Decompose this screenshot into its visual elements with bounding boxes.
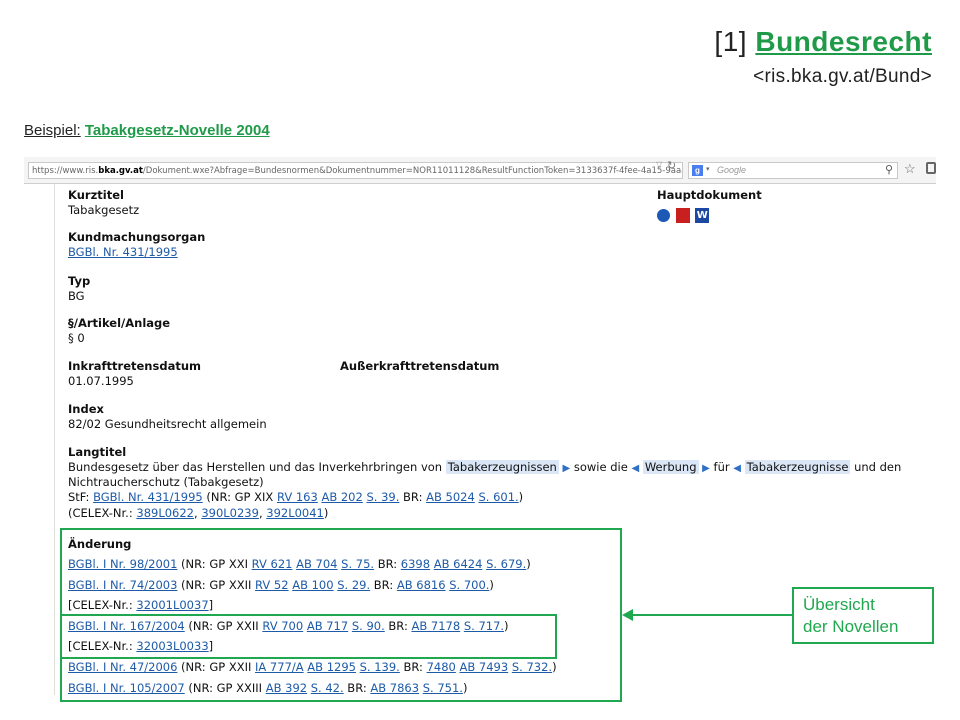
stf-text: (NR: GP XIX bbox=[202, 490, 277, 504]
langtitel-text: und den bbox=[850, 460, 902, 474]
langtitel-text: sowie die bbox=[570, 460, 632, 474]
stf-ab-link[interactable]: AB 202 bbox=[321, 490, 362, 504]
stf-prefix: StF: bbox=[68, 490, 94, 504]
url-prefix: https://www.ris. bbox=[32, 166, 99, 176]
address-bar[interactable]: https://www.ris.bka.gv.at/Dokument.wxe?A… bbox=[28, 162, 683, 179]
search-engine-dropdown-icon[interactable]: ▾ bbox=[706, 165, 710, 173]
callout-note: Übersicht der Novellen bbox=[792, 587, 934, 644]
title-prefix: [1] bbox=[714, 26, 748, 57]
example-line: Beispiel: Tabakgesetz-Novelle 2004 bbox=[24, 122, 270, 139]
example-link[interactable]: Tabakgesetz-Novelle 2004 bbox=[85, 122, 270, 139]
kundmachungsorgan-link[interactable]: BGBl. Nr. 431/1995 bbox=[68, 245, 178, 260]
celex-link[interactable]: 392L0041 bbox=[266, 506, 324, 520]
celex-link[interactable]: 390L0239 bbox=[201, 506, 259, 520]
stf-br-s-link[interactable]: S. 601. bbox=[478, 490, 518, 504]
artikel-label: §/Artikel/Anlage bbox=[68, 316, 171, 330]
celex-line: (CELEX-Nr.: 389L0622, 390L0239, 392L0041… bbox=[68, 506, 329, 520]
reload-icon[interactable]: ↻ bbox=[667, 159, 676, 172]
slide-subtitle: <ris.bka.gv.at/Bund> bbox=[753, 66, 932, 87]
next-hit-arrow-icon[interactable]: ▶ bbox=[702, 463, 710, 474]
index-value: 82/02 Gesundheitsrecht allgemein bbox=[68, 417, 267, 431]
example-label: Beispiel: bbox=[24, 122, 81, 139]
inkraft-label: Inkrafttretensdatum bbox=[68, 359, 202, 373]
dropdown-arrow-icon[interactable]: ▽ bbox=[656, 160, 662, 169]
typ-value: BG bbox=[68, 289, 85, 303]
stf-s-link[interactable]: S. 39. bbox=[366, 490, 399, 504]
langtitel-text: Bundesgesetz über das Herstellen und das… bbox=[68, 460, 446, 474]
search-box[interactable]: g ▾ Google ⚲ bbox=[688, 162, 898, 179]
stf-rv-link[interactable]: RV 163 bbox=[277, 490, 318, 504]
clipboard-icon[interactable] bbox=[926, 162, 936, 174]
hauptdokument-label: Hauptdokument bbox=[657, 188, 762, 202]
kundmachungsorgan-label: Kundmachungsorgan bbox=[68, 230, 206, 244]
index-label: Index bbox=[68, 402, 104, 416]
langtitel-line2: Nichtraucherschutz (Tabakgesetz) bbox=[68, 475, 264, 489]
document-format-icons: W bbox=[657, 208, 711, 223]
callout-arrow-line bbox=[632, 614, 792, 616]
browser-toolbar: https://www.ris.bka.gv.at/Dokument.wxe?A… bbox=[24, 157, 936, 184]
url-domain: bka.gv.at bbox=[98, 166, 143, 176]
stf-line: StF: BGBl. Nr. 431/1995 (NR: GP XIX RV 1… bbox=[68, 490, 523, 505]
pdf-document-icon[interactable] bbox=[675, 208, 690, 223]
html-document-icon[interactable] bbox=[657, 209, 670, 222]
langtitel-text: für bbox=[709, 460, 734, 474]
url-path: /Dokument.wxe?Abfrage=Bundesnormen&Dokum… bbox=[142, 166, 683, 176]
prev-hit-arrow-icon[interactable]: ◀ bbox=[733, 463, 741, 474]
langtitel-line1: Bundesgesetz über das Herstellen und das… bbox=[68, 460, 901, 476]
celex-prefix: (CELEX-Nr.: bbox=[68, 506, 137, 520]
stf-br-link[interactable]: AB 5024 bbox=[426, 490, 475, 504]
title-link[interactable]: Bundesrecht bbox=[755, 26, 932, 57]
search-icon[interactable]: ⚲ bbox=[885, 163, 893, 176]
celex-link[interactable]: 389L0622 bbox=[136, 506, 194, 520]
celex-suffix: ) bbox=[323, 506, 329, 520]
search-hit: Werbung bbox=[642, 460, 699, 474]
search-placeholder: Google bbox=[717, 165, 747, 175]
google-icon: g bbox=[692, 165, 703, 176]
callout-arrow-head-icon bbox=[622, 609, 633, 621]
stf-link[interactable]: BGBl. Nr. 431/1995 bbox=[93, 490, 203, 504]
typ-label: Typ bbox=[68, 274, 91, 288]
search-hit: Tabakerzeugnisse bbox=[744, 460, 851, 474]
slide-title: [1] Bundesrecht bbox=[714, 26, 932, 58]
inkraft-value: 01.07.1995 bbox=[68, 374, 134, 388]
callout-line1: Übersicht bbox=[803, 595, 875, 614]
artikel-value: § 0 bbox=[68, 331, 85, 345]
ausserkraft-label: Außerkrafttretensdatum bbox=[340, 359, 500, 373]
stf-text: BR: bbox=[399, 490, 427, 504]
langtitel-label: Langtitel bbox=[68, 445, 127, 459]
callout-line2: der Novellen bbox=[803, 617, 899, 636]
left-margin-line bbox=[54, 184, 55, 695]
search-hit: Tabakerzeugnissen bbox=[445, 460, 559, 474]
prev-hit-arrow-icon[interactable]: ◀ bbox=[631, 463, 639, 474]
novelle-2004-highlight-box bbox=[60, 614, 557, 659]
word-document-icon[interactable]: W bbox=[695, 208, 710, 223]
kurztitel-label: Kurztitel bbox=[68, 188, 124, 202]
bookmark-star-icon[interactable]: ☆ bbox=[904, 161, 916, 177]
kurztitel-value: Tabakgesetz bbox=[68, 203, 140, 217]
stf-text: ) bbox=[518, 490, 524, 504]
